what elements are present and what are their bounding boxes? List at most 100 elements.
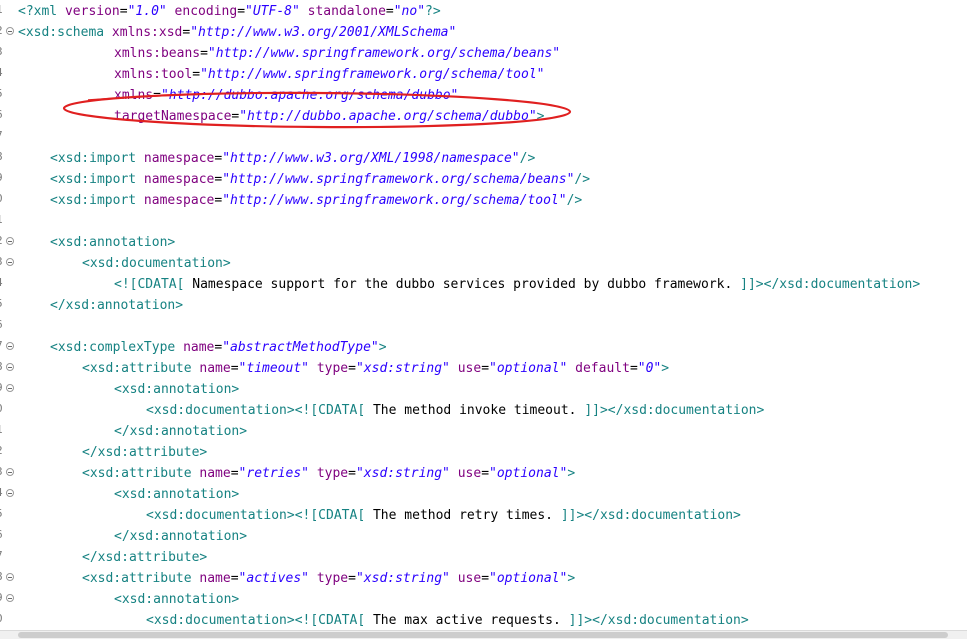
line-number: 8: [0, 360, 5, 373]
code-line[interactable]: 8<xsd:attribute name="timeout" type="xsd…: [0, 358, 967, 379]
horizontal-scrollbar[interactable]: [0, 630, 967, 639]
fold-toggle-icon[interactable]: [6, 237, 14, 245]
code-token-tag: <xsd:import: [50, 172, 144, 187]
line-number: 1: [0, 3, 5, 16]
code-text: </xsd:attribute>: [82, 549, 207, 566]
code-token-eq: =: [481, 361, 490, 376]
code-token-eq: =: [348, 361, 356, 376]
code-token-tag: />: [574, 172, 591, 187]
code-token-an: namespace: [143, 193, 215, 208]
code-token-val: "http://www.springframework.org/schema/t…: [222, 193, 567, 208]
code-token-tag: >: [567, 466, 576, 481]
code-token-eq: =: [629, 361, 638, 376]
code-line[interactable]: 3 <xsd:documentation>: [0, 253, 967, 274]
code-line[interactable]: 2 </xsd:attribute>: [0, 442, 967, 463]
code-token-tag: <![CDATA[: [114, 277, 185, 292]
code-token-val: "http://dubbo.apache.org/schema/dubbo": [160, 88, 459, 103]
code-line[interactable]: 7: [0, 127, 967, 148]
line-number: 3: [0, 45, 5, 58]
code-token-eq: =: [481, 466, 490, 481]
fold-toggle-icon[interactable]: [6, 594, 14, 602]
code-token-tag: ]]></xsd:documentation>: [740, 277, 921, 292]
code-line[interactable]: 5 </xsd:annotation>: [0, 295, 967, 316]
line-number: 4: [0, 486, 5, 499]
code-line[interactable]: 5 <xsd:documentation><![CDATA[ The method…: [0, 505, 967, 526]
fold-toggle-icon[interactable]: [6, 489, 14, 497]
line-number: 7: [0, 129, 5, 142]
code-line[interactable]: 3<xsd:attribute name="retries" type="xsd…: [0, 463, 967, 484]
code-token-txt: The method retry times.: [365, 508, 561, 523]
code-token-an: namespace: [143, 172, 215, 187]
code-token-eq: =: [230, 571, 239, 586]
code-line[interactable]: 9 <xsd:annotation>: [0, 379, 967, 400]
code-line[interactable]: 6 </xsd:annotation>: [0, 526, 967, 547]
code-text: <xsd:annotation>: [114, 381, 239, 398]
fold-toggle-icon[interactable]: [6, 363, 14, 371]
code-line[interactable]: 2 <xsd:annotation>: [0, 232, 967, 253]
code-line[interactable]: 8<xsd:attribute name="actives" type="xsd…: [0, 568, 967, 589]
code-line[interactable]: 4 xmlns:tool="http://www.springframework.…: [0, 64, 967, 85]
fold-toggle-icon[interactable]: [6, 258, 14, 266]
line-number: 2: [0, 444, 5, 457]
fold-toggle-icon[interactable]: [6, 573, 14, 581]
line-number: 9: [0, 171, 5, 184]
code-token-val: "optional": [489, 466, 568, 481]
code-line[interactable]: 3 xmlns:beans="http://www.springframework…: [0, 43, 967, 64]
code-line[interactable]: 1 <?xml version="1.0" encoding="UTF-8" st…: [0, 1, 967, 22]
code-line[interactable]: 8 <xsd:import namespace="http://www.w3.or…: [0, 148, 967, 169]
code-line[interactable]: 0 <xsd:documentation><![CDATA[ The max ac…: [0, 610, 967, 630]
code-token-eq: =: [348, 466, 356, 481]
code-line[interactable]: 6 targetNamespace="http://dubbo.apache.or…: [0, 106, 967, 127]
code-token-an: name: [199, 466, 231, 481]
code-text: </xsd:annotation>: [114, 423, 247, 440]
code-text: <xsd:schema xmlns:xsd="http://www.w3.org…: [18, 24, 456, 41]
code-token-tag: >: [536, 109, 545, 124]
code-line[interactable]: 1 </xsd:annotation>: [0, 421, 967, 442]
code-text: </xsd:attribute>: [82, 444, 207, 461]
code-token-val: "http://dubbo.apache.org/schema/dubbo": [239, 109, 537, 124]
code-line[interactable]: 0 <xsd:import namespace="http://www.sprin…: [0, 190, 967, 211]
line-number: 9: [0, 591, 5, 604]
code-token-val: "xsd:string": [355, 571, 450, 586]
code-text: targetNamespace="http://dubbo.apache.org…: [114, 108, 544, 125]
code-token-tag: <xsd:documentation>: [82, 256, 231, 271]
line-number: 3: [0, 255, 5, 268]
code-token-eq: =: [481, 571, 490, 586]
code-line[interactable]: 9 <xsd:import namespace="http://www.sprin…: [0, 169, 967, 190]
code-token-tag: <xsd:schema: [18, 25, 112, 40]
scrollbar-thumb[interactable]: [18, 632, 948, 638]
code-token-val: "timeout": [238, 361, 309, 376]
code-token-an: xmlns: [114, 88, 154, 103]
line-number: 4: [0, 276, 5, 289]
code-text: <xsd:documentation>: [82, 255, 231, 272]
code-token-val: "xsd:string": [355, 466, 450, 481]
fold-toggle-icon[interactable]: [6, 468, 14, 476]
code-line[interactable]: 9 <xsd:annotation>: [0, 589, 967, 610]
fold-toggle-icon[interactable]: [6, 342, 14, 350]
fold-toggle-icon[interactable]: [6, 384, 14, 392]
code-line[interactable]: 2 <xsd:schema xmlns:xsd="http://www.w3.or…: [0, 22, 967, 43]
code-line[interactable]: 5 xmlns="http://dubbo.apache.org/schema/d…: [0, 85, 967, 106]
code-token-tag: </xsd:attribute>: [82, 550, 208, 565]
code-line[interactable]: 6: [0, 316, 967, 337]
code-line[interactable]: 4 <xsd:annotation>: [0, 484, 967, 505]
code-line[interactable]: 0 <xsd:documentation><![CDATA[ The method…: [0, 400, 967, 421]
code-token-tag: </xsd:annotation>: [50, 298, 184, 313]
line-number: 7: [0, 549, 5, 562]
code-line[interactable]: 1: [0, 211, 967, 232]
code-token-tag: <xsd:annotation>: [114, 592, 240, 607]
code-line[interactable]: 7 <xsd:complexType name="abstractMethodTy…: [0, 337, 967, 358]
code-token-val: "no": [393, 4, 426, 19]
code-token-an: use: [449, 361, 482, 376]
code-line[interactable]: 4 <![CDATA[ Namespace support for the dub…: [0, 274, 967, 295]
code-text: <![CDATA[ Namespace support for the dubb…: [114, 276, 920, 293]
code-text: <?xml version="1.0" encoding="UTF-8" sta…: [18, 3, 441, 20]
xml-editor[interactable]: 1 <?xml version="1.0" encoding="UTF-8" st…: [0, 0, 967, 630]
code-text: <xsd:documentation><![CDATA[ The max act…: [146, 612, 749, 629]
code-line[interactable]: 7 </xsd:attribute>: [0, 547, 967, 568]
code-text: xmlns:tool="http://www.springframework.o…: [114, 66, 544, 83]
line-number: 0: [0, 612, 5, 625]
fold-toggle-icon[interactable]: [6, 27, 14, 35]
line-number: 7: [0, 339, 5, 352]
code-token-eq: =: [200, 46, 208, 61]
